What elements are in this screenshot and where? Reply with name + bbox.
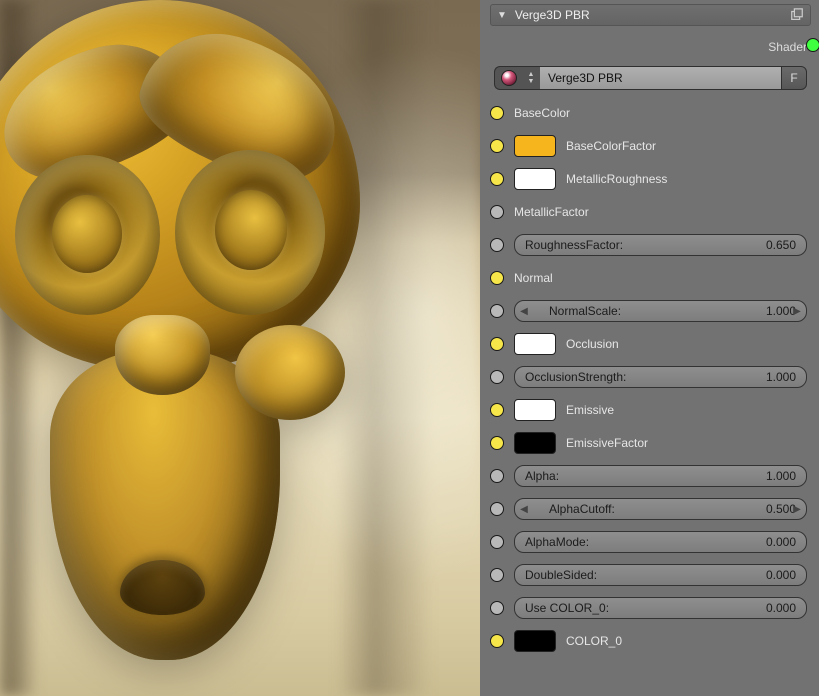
- alphamode-value: 0.000: [766, 535, 796, 549]
- roughnessfactor-value: 0.650: [766, 238, 796, 252]
- material-preview-icon: [501, 70, 517, 86]
- occlusionstrength-socket[interactable]: [490, 370, 504, 384]
- alpha-socket[interactable]: [490, 469, 504, 483]
- alphacutoff-field[interactable]: ◀ AlphaCutoff: 0.500 ▶: [514, 498, 807, 520]
- usecolor0-value: 0.000: [766, 601, 796, 615]
- panel-title: Verge3D PBR: [515, 8, 782, 22]
- color0-label: COLOR_0: [566, 634, 622, 648]
- node-properties-panel: ▼ Verge3D PBR Shader ▲ ▼ Verge3D PBR F B…: [480, 0, 819, 696]
- alpha-label: Alpha:: [525, 469, 766, 483]
- alpha-value: 1.000: [766, 469, 796, 483]
- metallicroughness-label: MetallicRoughness: [566, 172, 667, 186]
- roughnessfactor-label: RoughnessFactor:: [525, 238, 766, 252]
- color0-socket[interactable]: [490, 634, 504, 648]
- nodegroup-stepper[interactable]: ▲ ▼: [522, 66, 540, 90]
- color0-swatch[interactable]: [514, 630, 556, 652]
- normalscale-field[interactable]: ◀ NormalScale: 1.000 ▶: [514, 300, 807, 322]
- alphamode-label: AlphaMode:: [525, 535, 766, 549]
- emissive-socket[interactable]: [490, 403, 504, 417]
- emissivefactor-swatch[interactable]: [514, 432, 556, 454]
- occlusionstrength-label: OcclusionStrength:: [525, 370, 766, 384]
- usecolor0-socket[interactable]: [490, 601, 504, 615]
- basecolor-socket[interactable]: [490, 106, 504, 120]
- basecolor-label: BaseColor: [514, 106, 570, 120]
- chevron-right-icon[interactable]: ▶: [790, 499, 804, 519]
- fake-user-button[interactable]: F: [781, 66, 807, 90]
- normal-socket[interactable]: [490, 271, 504, 285]
- roughnessfactor-socket[interactable]: [490, 238, 504, 252]
- chevron-up-icon[interactable]: ▲: [528, 71, 535, 78]
- metallicfactor-socket[interactable]: [490, 205, 504, 219]
- emissivefactor-socket[interactable]: [490, 436, 504, 450]
- alphacutoff-label: AlphaCutoff:: [549, 502, 766, 516]
- alphacutoff-socket[interactable]: [490, 502, 504, 516]
- occlusion-swatch[interactable]: [514, 333, 556, 355]
- chevron-left-icon[interactable]: ◀: [517, 301, 531, 321]
- node-group-selector: ▲ ▼ Verge3D PBR F: [494, 66, 807, 90]
- browse-nodegroup-button[interactable]: [494, 66, 522, 90]
- chevron-down-icon[interactable]: ▼: [528, 78, 535, 85]
- occlusionstrength-field[interactable]: OcclusionStrength: 1.000: [514, 366, 807, 388]
- usecolor0-label: Use COLOR_0:: [525, 601, 766, 615]
- collapse-toggle-icon[interactable]: ▼: [497, 10, 507, 21]
- doublesided-value: 0.000: [766, 568, 796, 582]
- output-label: Shader: [768, 40, 807, 54]
- usecolor0-field[interactable]: Use COLOR_0: 0.000: [514, 597, 807, 619]
- panel-header[interactable]: ▼ Verge3D PBR: [490, 4, 811, 26]
- occlusionstrength-value: 1.000: [766, 370, 796, 384]
- normalscale-socket[interactable]: [490, 304, 504, 318]
- alpha-field[interactable]: Alpha: 1.000: [514, 465, 807, 487]
- output-row: Shader: [490, 34, 811, 60]
- basecolorfactor-swatch[interactable]: [514, 135, 556, 157]
- occlusion-label: Occlusion: [566, 337, 619, 351]
- output-socket[interactable]: [806, 38, 819, 52]
- popout-icon[interactable]: [790, 8, 804, 22]
- emissive-label: Emissive: [566, 403, 614, 417]
- normal-label: Normal: [514, 271, 553, 285]
- alphamode-socket[interactable]: [490, 535, 504, 549]
- normalscale-label: NormalScale:: [549, 304, 766, 318]
- occlusion-socket[interactable]: [490, 337, 504, 351]
- nodegroup-name-field[interactable]: Verge3D PBR: [540, 66, 781, 90]
- doublesided-field[interactable]: DoubleSided: 0.000: [514, 564, 807, 586]
- roughnessfactor-field[interactable]: RoughnessFactor: 0.650: [514, 234, 807, 256]
- render-preview: [0, 0, 390, 680]
- metallicroughness-socket[interactable]: [490, 172, 504, 186]
- doublesided-label: DoubleSided:: [525, 568, 766, 582]
- emissivefactor-label: EmissiveFactor: [566, 436, 648, 450]
- alphamode-field[interactable]: AlphaMode: 0.000: [514, 531, 807, 553]
- chevron-right-icon[interactable]: ▶: [790, 301, 804, 321]
- chevron-left-icon[interactable]: ◀: [517, 499, 531, 519]
- basecolorfactor-socket[interactable]: [490, 139, 504, 153]
- doublesided-socket[interactable]: [490, 568, 504, 582]
- emissive-swatch[interactable]: [514, 399, 556, 421]
- metallicfactor-label: MetallicFactor: [514, 205, 589, 219]
- basecolorfactor-label: BaseColorFactor: [566, 139, 656, 153]
- metallicroughness-swatch[interactable]: [514, 168, 556, 190]
- viewport-3d[interactable]: [0, 0, 480, 696]
